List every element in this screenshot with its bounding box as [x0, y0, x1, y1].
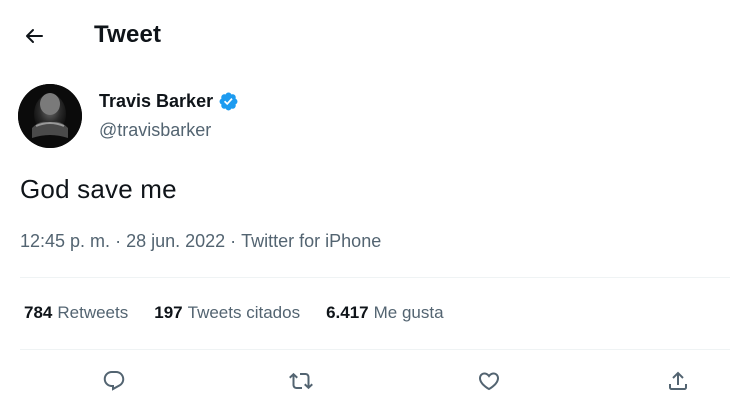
author-name-row[interactable]: Travis Barker [99, 91, 239, 112]
reply-icon [103, 371, 125, 391]
tweet-metadata: 12:45 p. m. · 28 jun. 2022 · Twitter for… [20, 231, 381, 252]
retweet-button[interactable] [286, 366, 316, 396]
stat-count: 784 [24, 303, 53, 322]
stat-count: 6.417 [326, 303, 369, 322]
arrow-left-icon [26, 29, 43, 43]
retweets-stat[interactable]: 784 Retweets [24, 303, 128, 323]
back-button[interactable] [20, 22, 48, 50]
stat-label: Retweets [57, 303, 129, 322]
tweet-header: Tweet [0, 0, 730, 70]
tweet-source[interactable]: Twitter for iPhone [241, 231, 381, 252]
meta-separator: · [225, 231, 242, 251]
stat-count: 197 [154, 303, 183, 322]
tweet-text: God save me [20, 174, 177, 204]
tweet-author: Travis Barker @travisbarker [18, 84, 718, 150]
share-button[interactable] [663, 366, 693, 396]
divider [20, 349, 730, 350]
page-title: Tweet [94, 21, 162, 48]
tweet-date[interactable]: 28 jun. 2022 [126, 231, 225, 252]
like-icon [478, 372, 500, 391]
tweet-time[interactable]: 12:45 p. m. [20, 231, 110, 252]
avatar[interactable] [18, 84, 82, 148]
meta-separator: · [110, 231, 127, 251]
like-button[interactable] [474, 366, 504, 396]
verified-badge-icon [218, 91, 239, 112]
stat-label: Tweets citados [187, 303, 301, 322]
likes-stat[interactable]: 6.417 Me gusta [326, 303, 443, 323]
retweet-icon [289, 372, 313, 390]
reply-button[interactable] [99, 366, 129, 396]
divider [20, 277, 730, 278]
author-name: Travis Barker [99, 91, 214, 111]
tweet-stats: 784 Retweets 197 Tweets citados 6.417 Me… [24, 303, 470, 323]
author-handle[interactable]: @travisbarker [99, 120, 211, 141]
share-icon [669, 371, 687, 390]
quote-tweets-stat[interactable]: 197 Tweets citados [154, 303, 300, 323]
avatar-image [18, 84, 82, 148]
tweet-actions [0, 366, 730, 396]
stat-label: Me gusta [373, 303, 444, 322]
